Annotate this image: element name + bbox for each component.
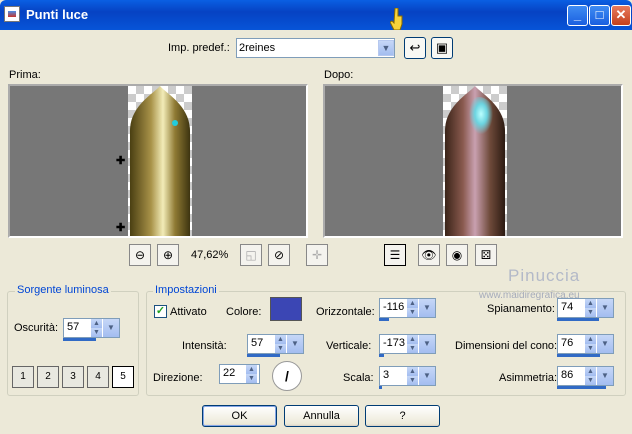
flatten-label: Spianamento: xyxy=(487,303,555,315)
eye-icon[interactable]: ◉ xyxy=(446,244,468,266)
before-label: Prima: xyxy=(9,69,41,81)
chevron-down-icon[interactable]: ▼ xyxy=(596,367,613,385)
spin-down-icon[interactable]: ▼ xyxy=(91,328,102,337)
spin-down-icon[interactable]: ▼ xyxy=(585,376,596,385)
spin-down-icon[interactable]: ▼ xyxy=(246,374,257,383)
maximize-button[interactable]: □ xyxy=(589,5,610,26)
vertical-slider[interactable] xyxy=(379,354,384,357)
window-title: Punti luce xyxy=(26,7,89,22)
darkness-slider[interactable] xyxy=(63,338,96,341)
chevron-down-icon[interactable]: ▼ xyxy=(418,299,435,317)
vertical-spinner[interactable]: -173 ▲ ▼ ▼ xyxy=(379,334,436,354)
spin-up-icon[interactable]: ▲ xyxy=(91,319,102,328)
direction-spinner[interactable]: 22 ▲ ▼ xyxy=(219,364,260,384)
after-label: Dopo: xyxy=(324,69,354,81)
darkness-label: Oscurità: xyxy=(14,322,59,334)
eye-lock-icon[interactable]: 👁 xyxy=(418,244,440,266)
cone-spinner[interactable]: 76 ▲ ▼ ▼ xyxy=(557,334,614,354)
horizontal-spinner[interactable]: -116 ▲ ▼ ▼ xyxy=(379,298,436,318)
save-preset-icon[interactable]: ▣ xyxy=(431,37,453,59)
cone-label: Dimensioni del cono: xyxy=(455,340,558,352)
help-button[interactable]: ? xyxy=(365,405,440,427)
color-swatch[interactable] xyxy=(270,297,302,321)
presets-value: 2reines xyxy=(239,42,276,54)
chevron-down-icon[interactable]: ▼ xyxy=(378,40,394,56)
light-preset-2[interactable]: 2 xyxy=(37,366,59,388)
scale-spinner[interactable]: 3 ▲ ▼ ▼ xyxy=(379,366,436,386)
scale-label: Scala: xyxy=(343,372,374,384)
minimize-button[interactable]: _ xyxy=(567,5,588,26)
after-preview xyxy=(323,84,623,238)
vertical-label: Verticale: xyxy=(326,340,372,352)
app-icon xyxy=(4,6,20,22)
darkness-spinner[interactable]: 57 ▲ ▼ ▼ xyxy=(63,318,120,338)
light-preset-4[interactable]: 4 xyxy=(87,366,109,388)
light-preset-1[interactable]: 1 xyxy=(12,366,34,388)
enabled-label: Attivato xyxy=(170,306,207,318)
enabled-checkbox[interactable]: ✓ xyxy=(154,305,167,318)
chevron-down-icon[interactable]: ▼ xyxy=(596,299,613,317)
scale-slider[interactable] xyxy=(379,386,382,389)
spin-up-icon[interactable]: ▲ xyxy=(585,335,596,344)
after-image xyxy=(445,86,505,236)
direction-dial[interactable]: / xyxy=(272,361,302,391)
toggle-preview-icon[interactable]: ☰ xyxy=(384,244,406,266)
chevron-down-icon[interactable]: ▼ xyxy=(286,335,303,353)
spin-up-icon[interactable]: ▲ xyxy=(407,367,418,376)
spin-down-icon[interactable]: ▼ xyxy=(585,308,596,317)
zoom-level: 47,62% xyxy=(191,249,229,261)
chevron-down-icon[interactable]: ▼ xyxy=(102,319,119,337)
ok-button[interactable]: OK xyxy=(202,405,277,427)
settings-group-title: Impostazioni xyxy=(153,284,219,296)
light-preset-3[interactable]: 3 xyxy=(62,366,84,388)
horizontal-label: Orizzontale: xyxy=(316,306,375,318)
cone-slider[interactable] xyxy=(557,354,600,357)
spin-down-icon[interactable]: ▼ xyxy=(585,344,596,353)
chevron-down-icon[interactable]: ▼ xyxy=(418,335,435,353)
zoom-in-icon[interactable]: ⊕ xyxy=(157,244,179,266)
spin-up-icon[interactable]: ▲ xyxy=(246,365,257,374)
zoom-fit-icon[interactable]: ◱ xyxy=(240,244,262,266)
presets-combo[interactable]: 2reines ▼ xyxy=(236,38,395,58)
intensity-label: Intensità: xyxy=(182,340,227,352)
watermark-name: Pinuccia xyxy=(508,266,581,285)
crosshair-icon[interactable]: ✚ xyxy=(116,154,125,167)
horizontal-slider[interactable] xyxy=(379,318,389,321)
intensity-slider[interactable] xyxy=(247,354,280,357)
flatten-slider[interactable] xyxy=(557,318,599,321)
spin-down-icon[interactable]: ▼ xyxy=(407,344,418,353)
spin-up-icon[interactable]: ▲ xyxy=(407,299,418,308)
zoom-out-icon[interactable]: ⊖ xyxy=(129,244,151,266)
intensity-spinner[interactable]: 57 ▲ ▼ ▼ xyxy=(247,334,304,354)
spin-down-icon[interactable]: ▼ xyxy=(407,308,418,317)
color-label: Colore: xyxy=(226,306,262,318)
spin-up-icon[interactable]: ▲ xyxy=(585,299,596,308)
spin-up-icon[interactable]: ▲ xyxy=(407,335,418,344)
pan-icon[interactable]: ✛ xyxy=(306,244,328,266)
random-dice-icon[interactable]: ⚄ xyxy=(475,244,497,266)
asymmetry-spinner[interactable]: 86 ▲ ▼ ▼ xyxy=(557,366,614,386)
chevron-down-icon[interactable]: ▼ xyxy=(418,367,435,385)
close-button[interactable]: ✕ xyxy=(611,5,631,26)
spin-down-icon[interactable]: ▼ xyxy=(275,344,286,353)
presets-label: Imp. predef.: xyxy=(168,42,230,54)
crosshair-icon[interactable]: ✚ xyxy=(116,221,125,234)
flatten-spinner[interactable]: 74 ▲ ▼ ▼ xyxy=(557,298,614,318)
spin-up-icon[interactable]: ▲ xyxy=(275,335,286,344)
reset-preset-button[interactable]: ↩ xyxy=(404,37,426,59)
asymmetry-slider[interactable] xyxy=(557,386,606,389)
spin-up-icon[interactable]: ▲ xyxy=(585,367,596,376)
source-group-title: Sorgente luminosa xyxy=(15,284,111,296)
before-preview[interactable]: ✚ ✚ xyxy=(8,84,308,238)
pointer-hand-icon xyxy=(390,8,403,30)
asymmetry-label: Asimmetria: xyxy=(499,372,558,384)
light-preset-5[interactable]: 5 xyxy=(112,366,134,388)
title-bar: Punti luce _ □ ✕ xyxy=(0,0,632,30)
spin-down-icon[interactable]: ▼ xyxy=(407,376,418,385)
zoom-actual-icon[interactable]: ⊘ xyxy=(268,244,290,266)
before-image xyxy=(130,86,190,236)
cancel-button[interactable]: Annulla xyxy=(284,405,359,427)
chevron-down-icon[interactable]: ▼ xyxy=(596,335,613,353)
direction-label: Direzione: xyxy=(153,372,203,384)
